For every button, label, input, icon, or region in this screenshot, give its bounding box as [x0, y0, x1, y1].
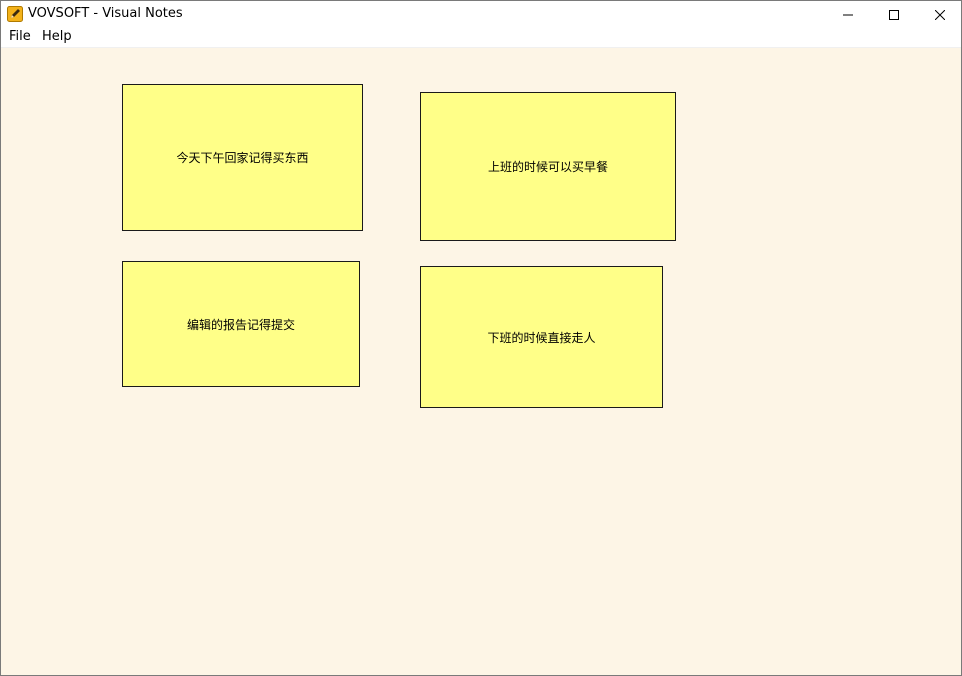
- menu-file[interactable]: File: [8, 29, 32, 45]
- sticky-note[interactable]: 今天下午回家记得买东西: [122, 84, 363, 231]
- window-title: VOVSOFT - Visual Notes: [28, 6, 183, 21]
- note-text: 下班的时候直接走人: [487, 330, 596, 345]
- maximize-button[interactable]: [871, 1, 917, 27]
- notes-canvas[interactable]: 今天下午回家记得买东西 上班的时候可以买早餐 编辑的报告记得提交 下班的时候直接…: [1, 48, 961, 675]
- sticky-note[interactable]: 上班的时候可以买早餐: [420, 92, 676, 241]
- menu-help[interactable]: Help: [41, 29, 73, 45]
- maximize-icon: [889, 5, 899, 24]
- minimize-button[interactable]: [825, 1, 871, 27]
- app-window: VOVSOFT - Visual Notes File Help 今天下午回家记…: [0, 0, 962, 676]
- note-text: 编辑的报告记得提交: [186, 317, 295, 332]
- close-button[interactable]: [917, 1, 961, 27]
- close-icon: [934, 5, 946, 24]
- sticky-note[interactable]: 编辑的报告记得提交: [122, 261, 360, 387]
- title-bar[interactable]: VOVSOFT - Visual Notes: [1, 1, 961, 27]
- menu-bar: File Help: [1, 27, 961, 48]
- note-text: 上班的时候可以买早餐: [487, 160, 608, 174]
- app-logo-icon: [7, 6, 23, 22]
- minimize-icon: [843, 5, 853, 24]
- sticky-note[interactable]: 下班的时候直接走人: [420, 266, 663, 408]
- note-text: 今天下午回家记得买东西: [176, 151, 309, 165]
